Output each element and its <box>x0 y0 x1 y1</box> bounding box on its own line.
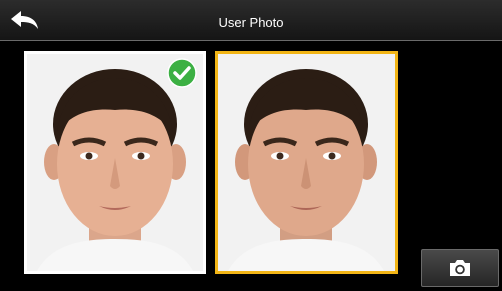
user-photo-2[interactable] <box>215 51 398 274</box>
camera-icon <box>450 260 470 276</box>
user-photo-1[interactable] <box>24 51 206 274</box>
face-photo-image <box>218 54 395 271</box>
take-photo-button[interactable] <box>421 249 499 287</box>
page-title: User Photo <box>218 15 284 30</box>
header-bar: User Photo <box>0 0 502 41</box>
selected-badge <box>167 58 197 88</box>
check-circle-icon <box>167 58 197 88</box>
